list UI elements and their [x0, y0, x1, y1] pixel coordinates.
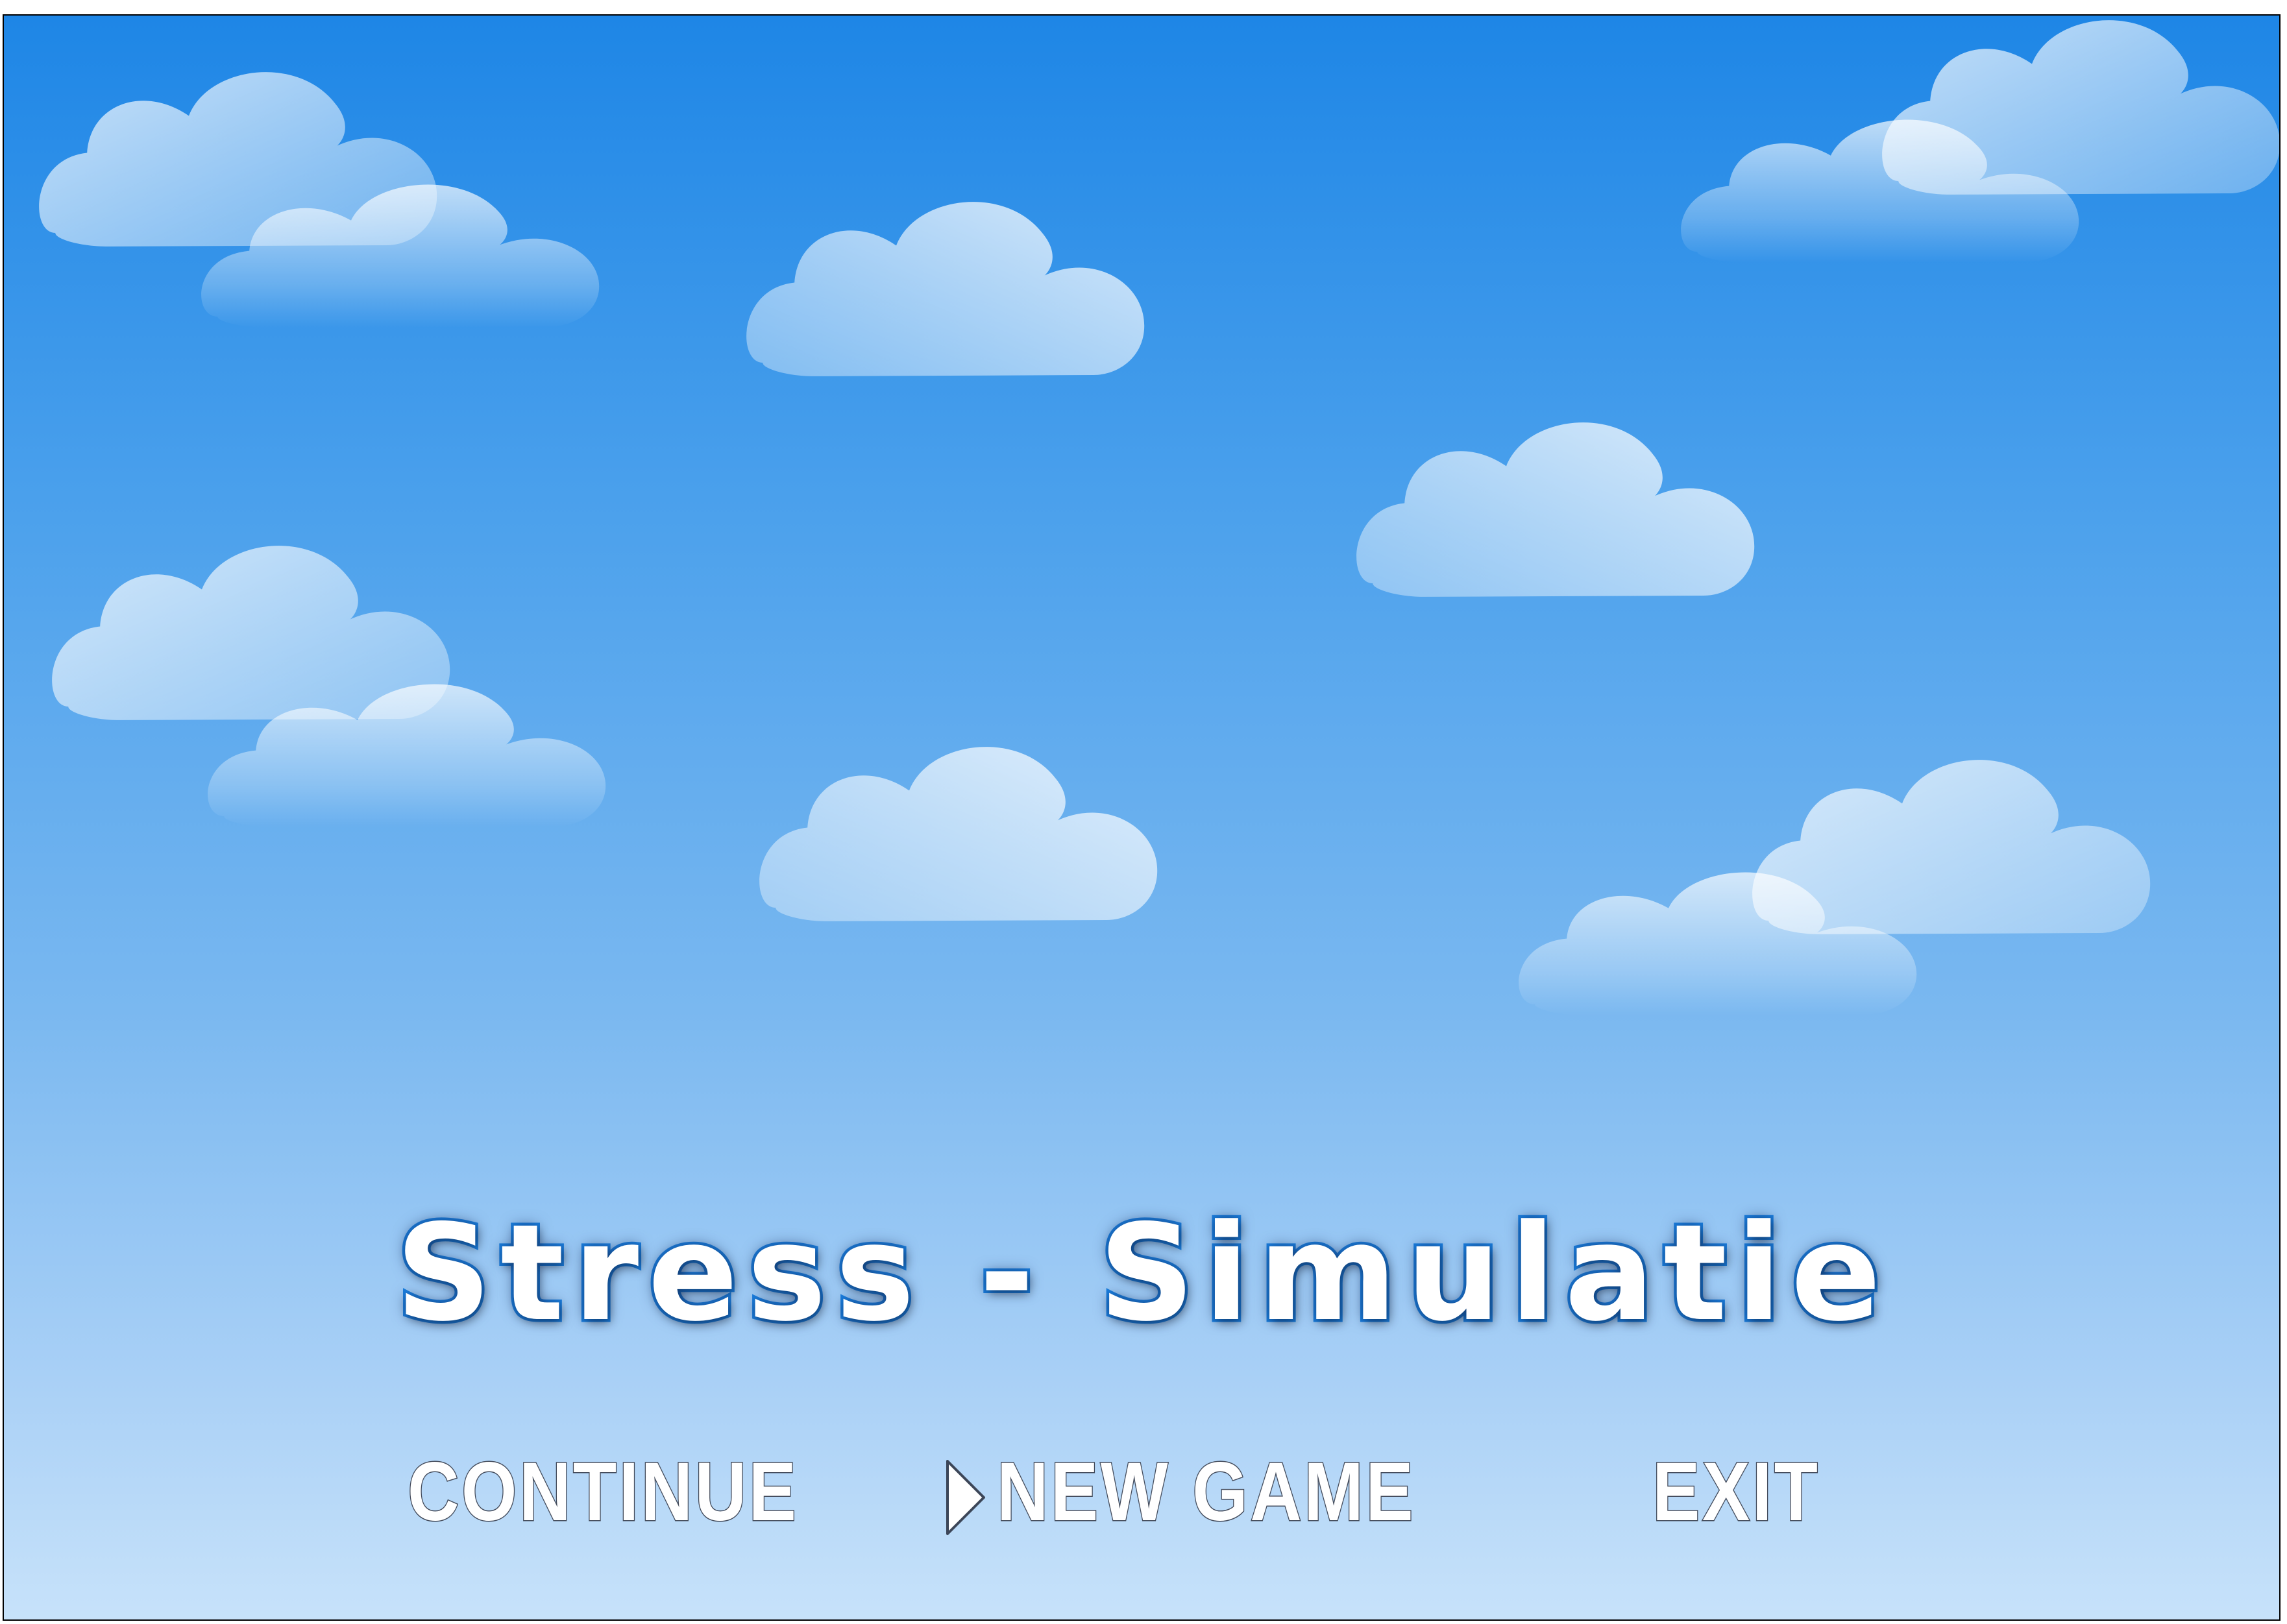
continue-menu-item[interactable]: CONTINUE	[407, 1444, 798, 1539]
cloud-layer	[39, 20, 2279, 1016]
game-title: Stress - Simulatie	[393, 1194, 1890, 1354]
new-game-menu-item[interactable]: NEW GAME	[996, 1444, 1415, 1539]
cloud-icon	[759, 747, 1158, 921]
sky-background: Stress - Simulatie CONTINUE NEW GAME EXI…	[3, 14, 2281, 1621]
cloud-icon	[1356, 422, 1755, 597]
cloud-icon	[746, 202, 1145, 376]
selection-arrow-icon	[946, 1460, 985, 1535]
exit-menu-item[interactable]: EXIT	[1652, 1444, 1820, 1539]
screen-frame: Stress - Simulatie CONTINUE NEW GAME EXI…	[0, 0, 2287, 1624]
